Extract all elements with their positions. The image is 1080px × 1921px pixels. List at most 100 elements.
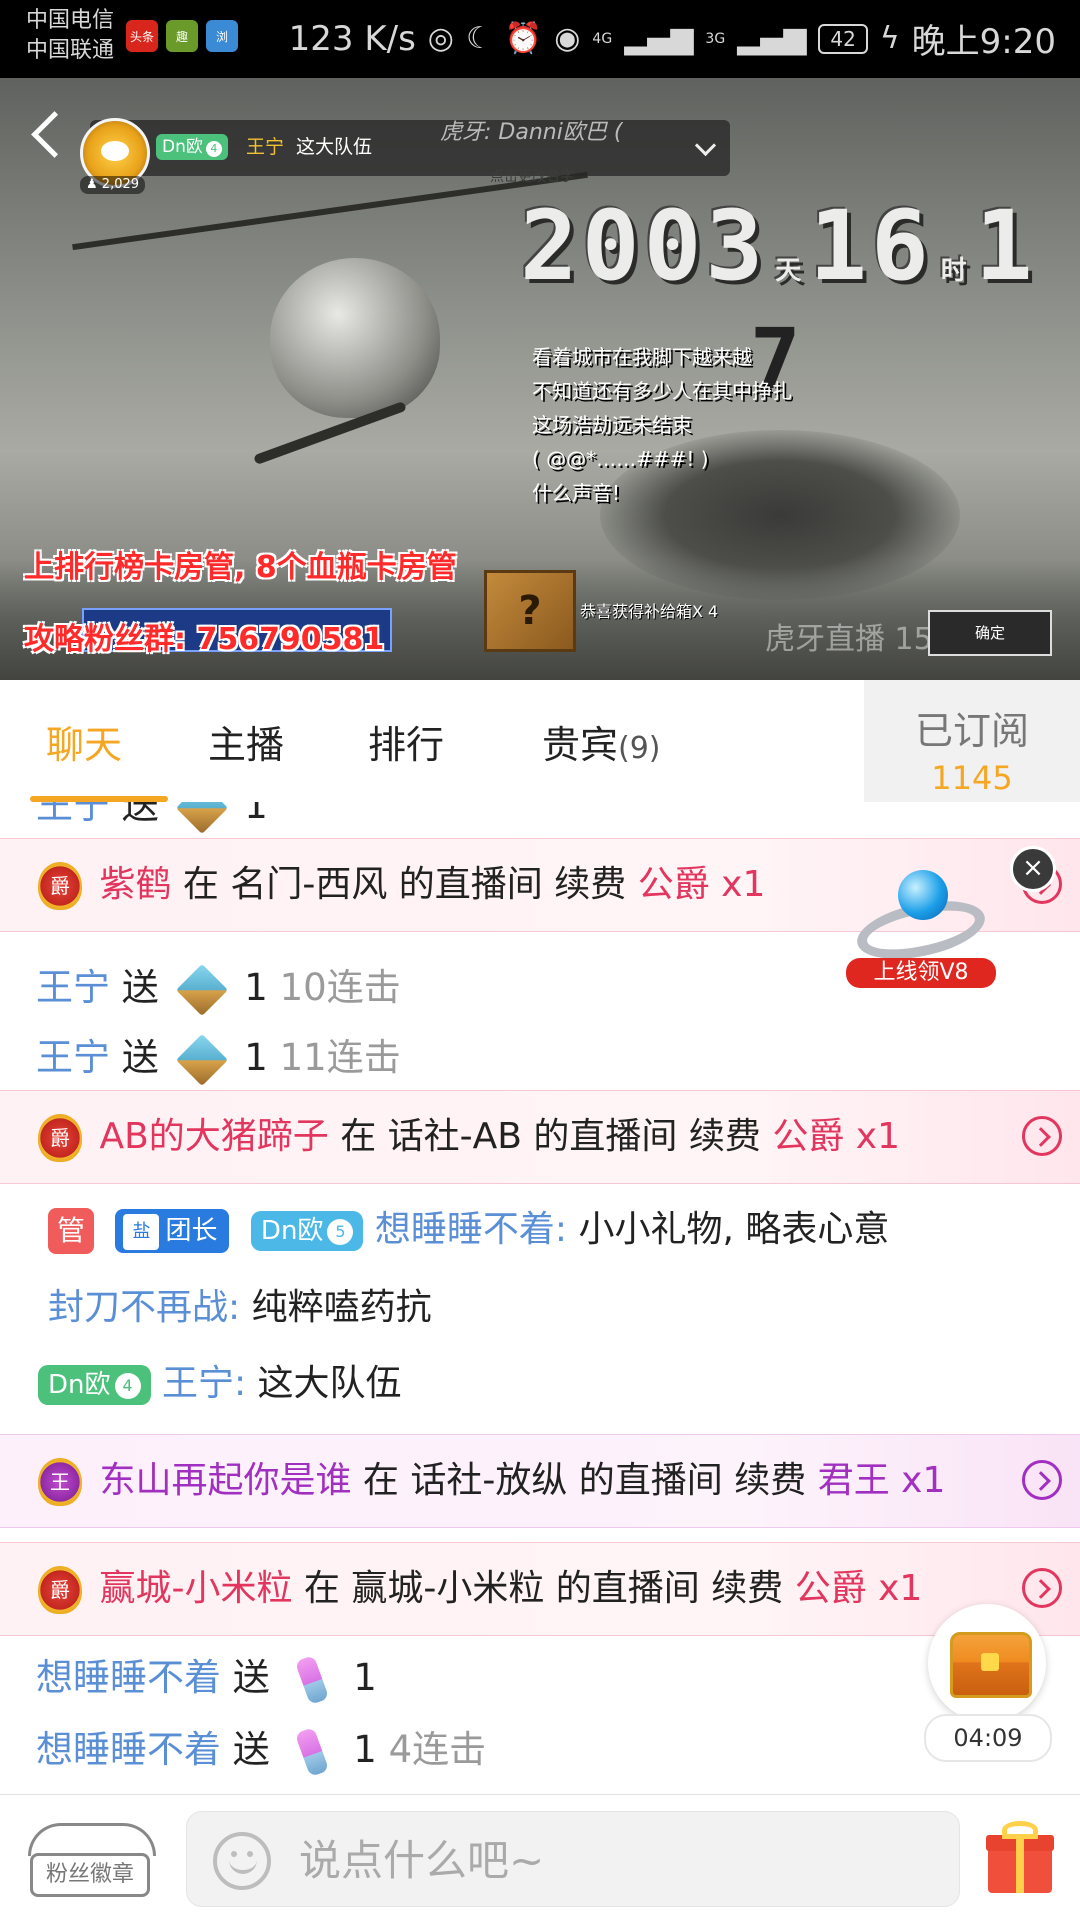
gift-count: 1 (244, 802, 268, 827)
subscribed-label: 已订阅 (914, 709, 1029, 753)
name-hint: 点击更改名字 (490, 169, 574, 185)
tab-chat[interactable]: 聊天 (46, 714, 122, 769)
renew-user[interactable]: 东山再起你是谁 (99, 1460, 351, 1501)
supply-crate-icon: ? (484, 570, 576, 652)
gift-combo: 11连击 (279, 1036, 401, 1079)
browser-app-icon: 浏 (206, 20, 238, 52)
renew-text: 在 名门-西风 的直播间 续费 (182, 864, 627, 905)
chat-message: Dn欧 4 王宁: 这大队伍 (38, 1352, 1080, 1416)
gift-user[interactable]: 想睡睡不着 (36, 1728, 221, 1771)
v8-promo-label: 上线领V8 (846, 958, 996, 988)
signal-icon: ▂▄▆ (624, 21, 694, 56)
helicopter-illustration (72, 171, 588, 468)
salt-icon: 盐 (123, 1213, 160, 1250)
gift-verb: 送 (232, 1728, 270, 1771)
charging-icon: ϟ (879, 21, 900, 56)
subscribed-count: 1145 (931, 759, 1013, 797)
chat-text: 小小礼物, 略表心意 (578, 1209, 890, 1250)
duke-badge-icon: 爵 (38, 1114, 82, 1162)
fan-medal-button[interactable]: 粉丝徽章 (24, 1823, 156, 1897)
status-right: 123 K/s ◎ ☾ ⏰ ◉ 4G ▂▄▆ 3G ▂▄▆ 42 ϟ 晚上9:2… (289, 14, 1056, 63)
fan-medal-label: 粉丝徽章 (30, 1853, 150, 1897)
toutiao-app-icon: 头条 (126, 20, 158, 52)
vip-count: (9) (618, 731, 661, 766)
gift-user[interactable]: 王宁 (36, 802, 110, 827)
story-line: 什么声音! (532, 481, 621, 505)
chevron-right-icon[interactable] (1022, 1460, 1062, 1500)
survival-counter: 2003 天16 时1 (520, 190, 1037, 302)
viewer-count: ♟ 2,029 (80, 176, 146, 194)
carrier-2: 中国联通 (26, 38, 115, 63)
signal-4g-label: 4G (592, 30, 613, 47)
renew-rank: 公爵 x1 (794, 1568, 923, 1609)
tab-ranking[interactable]: 排行 (368, 714, 444, 769)
counter-days: 2003 (520, 190, 768, 302)
game-confirm-button: 确定 (928, 610, 1052, 656)
renew-user[interactable]: 紫鹤 (99, 864, 171, 905)
renew-rank: 公爵 x1 (772, 1116, 900, 1157)
room-title[interactable]: 虎牙: Danni欧巴 ( (440, 118, 622, 148)
chat-text: 这大队伍 (257, 1363, 402, 1404)
back-arrow-icon[interactable] (31, 111, 78, 158)
tab-anchor[interactable]: 主播 (208, 714, 284, 769)
net-speed: 123 K/s (288, 18, 416, 59)
gift-message-partial: 王宁 送 1 (36, 802, 1080, 836)
header-chat-user: 王宁 (246, 136, 285, 158)
chat-input-box[interactable] (186, 1811, 960, 1908)
gift-user[interactable]: 想睡睡不着 (36, 1656, 221, 1699)
fan-badge-label: Dn欧 (162, 137, 203, 157)
story-line: 不知道还有多少人在其中挣扎 (532, 379, 792, 403)
treasure-chest-widget[interactable]: 04:09 (924, 1604, 1052, 1774)
gift-verb: 送 (121, 802, 159, 827)
group-leader-label: 团长 (165, 1216, 218, 1246)
gift-count: 1 (353, 1728, 377, 1771)
counter-min: 1 (974, 190, 1037, 302)
carrier-1: 中国电信 (26, 8, 115, 33)
gift-verb: 送 (121, 966, 159, 1009)
treasure-chest-icon (950, 1632, 1032, 1698)
gift-user[interactable]: 王宁 (36, 966, 110, 1009)
carrier-info: 中国电信 中国联通 (26, 6, 114, 66)
gift-button[interactable] (986, 1821, 1056, 1895)
chevron-right-icon[interactable] (1022, 1116, 1062, 1156)
chevron-right-icon[interactable] (1022, 1568, 1062, 1608)
subscribe-button[interactable]: 已订阅 1145 (864, 680, 1080, 802)
tab-vip[interactable]: 贵宾(9) (542, 714, 661, 769)
clock: 晚上9:20 (911, 22, 1056, 62)
renew-user[interactable]: AB的大猪蹄子 (99, 1116, 328, 1157)
gift-verb: 送 (232, 1656, 270, 1699)
story-line: 这场浩劫远未结束 (532, 413, 692, 437)
renew-rank: 君王 x1 (817, 1460, 946, 1501)
notification-icons: 头条 趣 浏 (126, 20, 238, 52)
chat-input[interactable] (297, 1812, 941, 1908)
renew-notice[interactable]: 王 东山再起你是谁 在 话社-放纵 的直播间 续费 君王 x1 (0, 1434, 1080, 1528)
signal-3g-label: 3G (705, 30, 726, 47)
gift-message: 王宁 送 1 11连击 (36, 1028, 1080, 1088)
header-fan-badge: Dn欧 4 (156, 134, 228, 160)
renew-notice[interactable]: 爵 AB的大猪蹄子 在 话社-AB 的直播间 续费 公爵 x1 (0, 1090, 1080, 1184)
gift-combo: 4连击 (388, 1728, 487, 1771)
renew-notice[interactable]: 爵 赢城-小米粒 在 赢城-小米粒 的直播间 续费 公爵 x1 (0, 1542, 1080, 1636)
fan-badge: Dn欧 5 (250, 1211, 364, 1251)
wings-icon (28, 1823, 156, 1856)
gift-user[interactable]: 王宁 (36, 1036, 110, 1079)
renew-text: 在 赢城-小米粒 的直播间 续费 (303, 1568, 784, 1609)
person-icon: ♟ (86, 177, 98, 192)
emoji-icon[interactable] (213, 1832, 271, 1890)
promo-line-1: 上排行榜卡房管, 8个血瓶卡房管 (24, 550, 457, 585)
v8-promo-widget[interactable]: 上线领V8 (846, 864, 996, 988)
close-icon[interactable]: × (1010, 846, 1056, 892)
viewer-count-value: 2,029 (101, 177, 140, 192)
chat-user[interactable]: 王宁: (162, 1363, 246, 1404)
tab-vip-label: 贵宾 (542, 723, 619, 767)
fan-badge-label: Dn欧 (260, 1216, 324, 1246)
chat-user[interactable]: 想睡睡不着: (375, 1209, 567, 1250)
chat-user[interactable]: 封刀不再战: (48, 1287, 240, 1328)
gift-count: 1 (244, 1036, 268, 1079)
fan-badge-level: 4 (205, 141, 222, 157)
video-player[interactable]: ♟ 2,029 Dn欧 4 王宁 这大队伍 虎牙: Danni欧巴 ( 点击更改名… (0, 78, 1080, 680)
story-line: 看着城市在我脚下越来越 (532, 345, 752, 369)
chat-message: 管 盐团长 Dn欧 5 想睡睡不着: 小小礼物, 略表心意 (0, 1198, 1080, 1262)
renew-user[interactable]: 赢城-小米粒 (99, 1568, 292, 1609)
helicopter-body (270, 258, 440, 418)
